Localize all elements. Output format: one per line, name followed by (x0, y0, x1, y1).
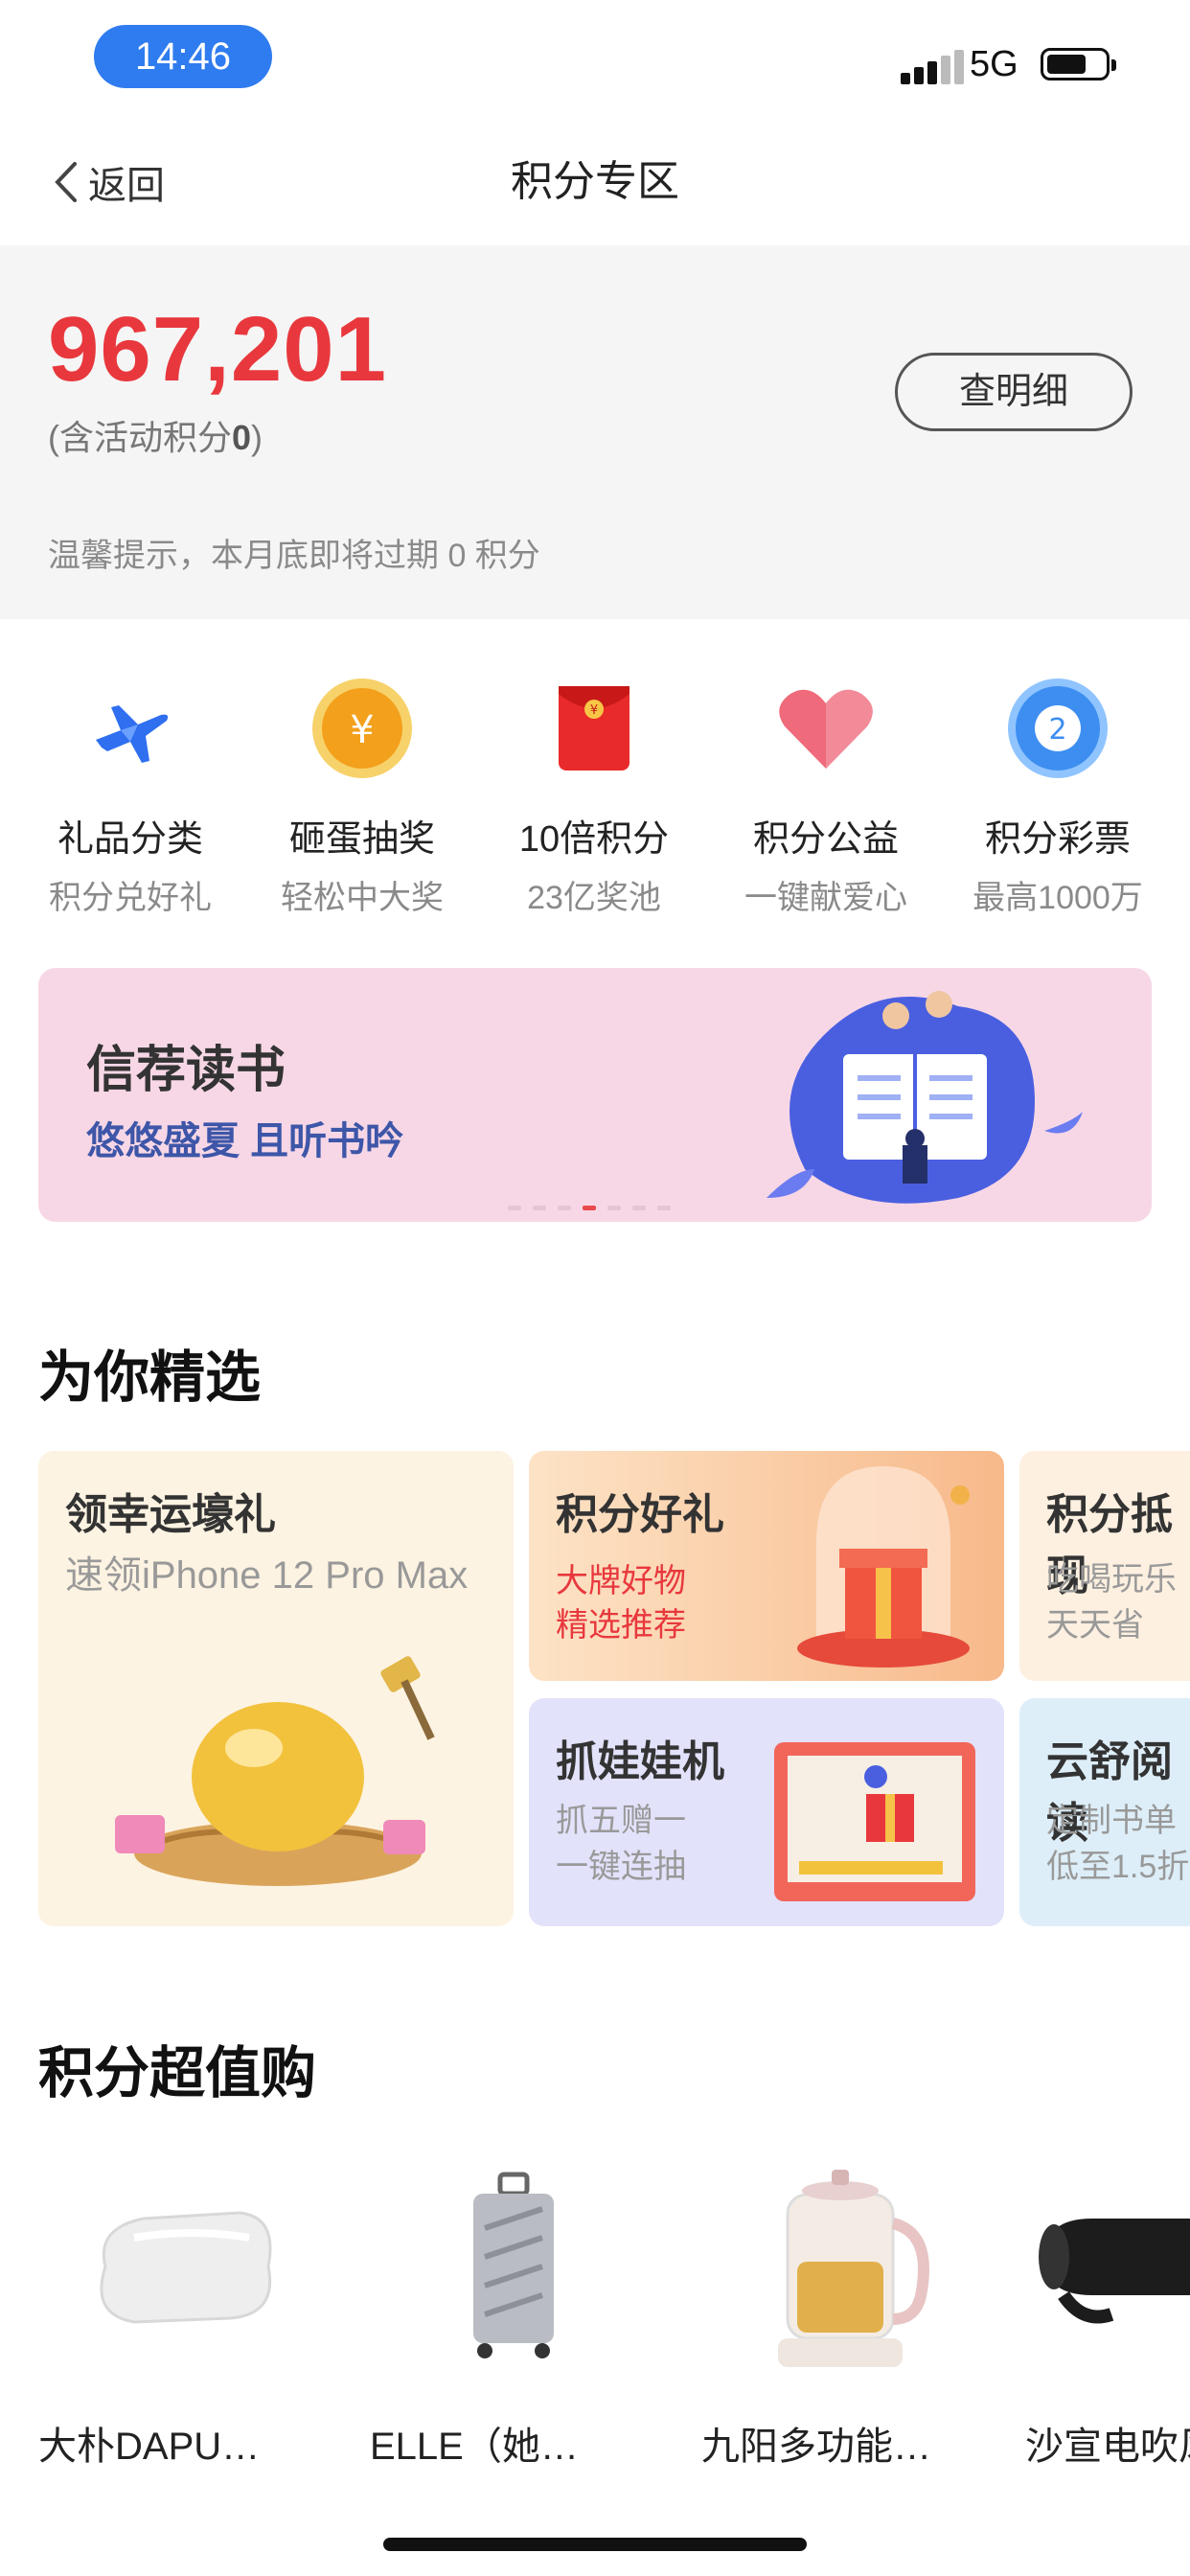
svg-text:2: 2 (1048, 713, 1066, 747)
card-subtitle: 速领iPhone 12 Pro Max (65, 1554, 469, 1597)
claw-machine-illustration (774, 1742, 975, 1901)
product-item[interactable]: 大朴DAPU… (38, 2156, 326, 2471)
golden-egg-illustration (115, 1656, 435, 1886)
section-title-value-buy: 积分超值购 (38, 2042, 317, 2104)
category-gift[interactable]: 礼品分类 积分兑好礼 (15, 671, 245, 918)
battery-icon (1041, 48, 1116, 80)
card-line2: 天天省 (1046, 1607, 1144, 1644)
reading-illustration (767, 991, 1083, 1204)
category-title: 礼品分类 (57, 819, 203, 860)
card-lucky-gift[interactable]: 领幸运壕礼 速领iPhone 12 Pro Max (38, 1451, 514, 1926)
category-subtitle: 轻松中大奖 (281, 880, 444, 916)
category-title: 10倍积分 (518, 819, 670, 860)
network-label: 5G (970, 44, 1018, 84)
gift-box-illustration (797, 1466, 970, 1668)
card-title: 抓娃娃机 (556, 1738, 724, 1785)
svg-text:¥: ¥ (350, 708, 374, 752)
category-subtitle: 一键献爱心 (744, 880, 907, 916)
card-title: 积分好礼 (556, 1491, 724, 1538)
pillow-image (38, 2156, 326, 2377)
product-item[interactable]: 九阳多功能… (701, 2156, 989, 2471)
card-line1: 定制书单 (1046, 1803, 1177, 1839)
lottery-ball-icon: 2 (1000, 671, 1115, 786)
points-value: 967,201 (48, 298, 388, 401)
expiry-tip: 温馨提示，本月底即将过期 0 积分 (48, 538, 540, 574)
category-subtitle: 最高1000万 (973, 880, 1143, 916)
page-title: 积分专区 (511, 158, 679, 205)
red-envelope-icon: ¥ (537, 671, 652, 786)
category-title: 积分公益 (752, 819, 899, 860)
product-name: ELLE（她… (370, 2426, 579, 2468)
card-title: 领幸运壕礼 (65, 1491, 276, 1538)
activity-points-note: (含活动积分0) (48, 418, 263, 457)
product-name: 大朴DAPU… (38, 2426, 261, 2468)
card-line2: 一键连抽 (556, 1849, 686, 1885)
promo-banner[interactable]: 信荐读书 悠悠盛夏 且听书吟 (38, 968, 1152, 1222)
category-subtitle: 积分兑好礼 (49, 880, 212, 916)
category-lottery-ticket[interactable]: 2 积分彩票 最高1000万 (943, 671, 1173, 918)
card-points-deduct[interactable]: 积分抵现 吃喝玩乐 天天省 (1019, 1451, 1190, 1681)
section-title-featured: 为你精选 (38, 1346, 262, 1409)
kettle-image (701, 2156, 989, 2377)
category-10x-points[interactable]: ¥ 10倍积分 23亿奖池 (479, 671, 709, 918)
card-line1: 大牌好物 (556, 1563, 686, 1599)
heart-icon (768, 671, 883, 786)
card-claw-machine[interactable]: 抓娃娃机 抓五赠一 一键连抽 (529, 1698, 1004, 1926)
card-line2: 精选推荐 (556, 1607, 686, 1644)
suitcase-image (370, 2156, 657, 2377)
view-details-button[interactable]: 查明细 (895, 353, 1133, 431)
card-points-gift[interactable]: 积分好礼 大牌好物 精选推荐 (529, 1451, 1004, 1681)
category-charity[interactable]: 积分公益 一键献爱心 (711, 671, 941, 918)
product-item[interactable]: ELLE（她… (370, 2156, 657, 2471)
banner-subtitle: 悠悠盛夏 且听书吟 (86, 1120, 404, 1162)
card-line1: 吃喝玩乐 (1046, 1561, 1177, 1598)
svg-text:¥: ¥ (590, 703, 598, 718)
category-subtitle: 23亿奖池 (527, 880, 661, 916)
card-line1: 抓五赠一 (556, 1803, 686, 1839)
banner-title: 信荐读书 (86, 1043, 286, 1098)
product-name: 沙宣电吹风 (1025, 2426, 1190, 2468)
category-lottery-egg[interactable]: ¥ 砸蛋抽奖 轻松中大奖 (247, 671, 477, 918)
card-line2: 低至1.5折 (1046, 1849, 1190, 1885)
card-cloud-reading[interactable]: 云舒阅读 定制书单 低至1.5折 (1019, 1698, 1190, 1926)
yen-coin-icon: ¥ (305, 671, 420, 786)
product-name: 九阳多功能… (701, 2426, 931, 2468)
home-indicator (383, 2538, 807, 2551)
signal-icon (901, 50, 968, 84)
product-item[interactable]: 沙宣电吹风 (1025, 2156, 1190, 2471)
airplane-icon (73, 671, 188, 786)
hair-dryer-image (1025, 2156, 1190, 2377)
status-time: 14:46 (94, 25, 272, 88)
banner-pagination (508, 1198, 682, 1215)
category-title: 积分彩票 (984, 819, 1131, 860)
category-title: 砸蛋抽奖 (288, 819, 435, 860)
